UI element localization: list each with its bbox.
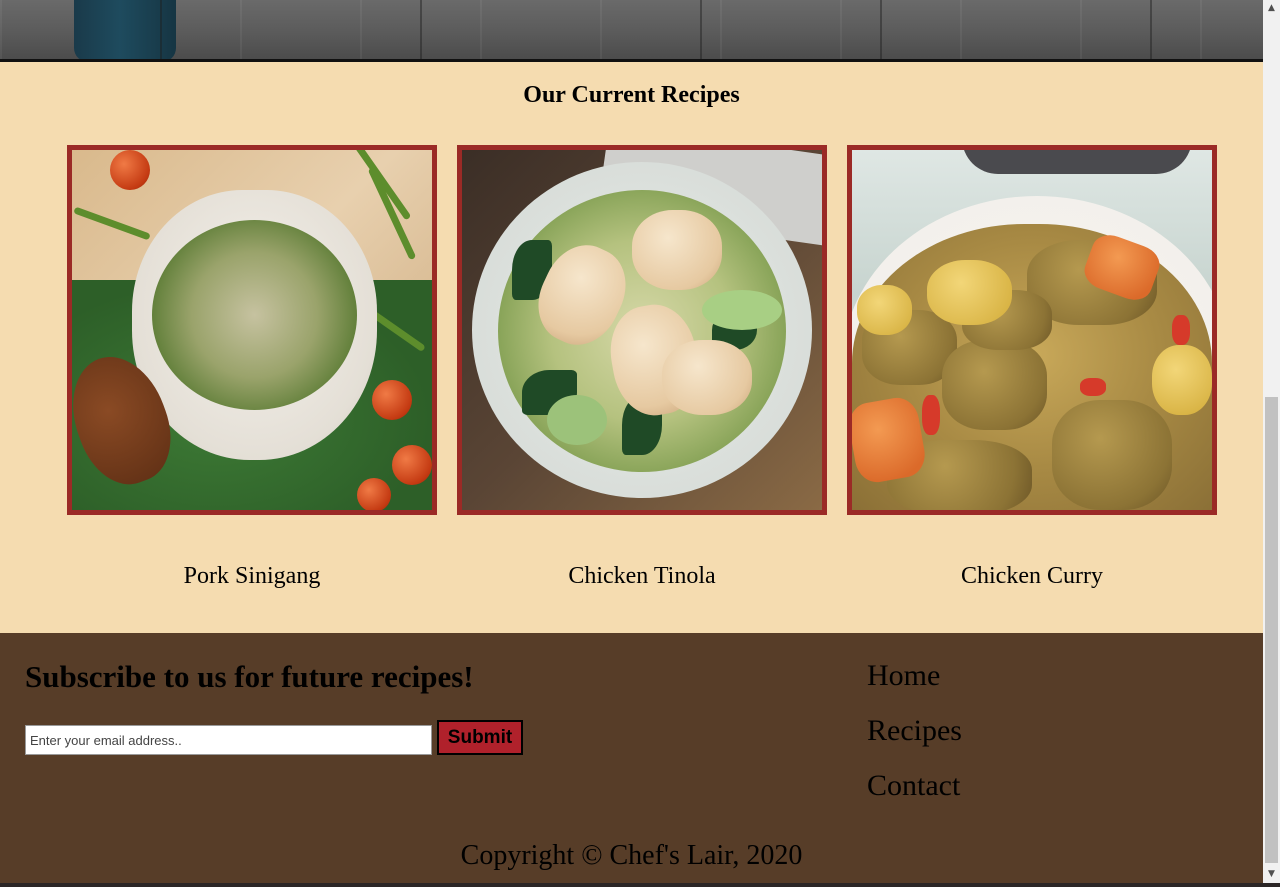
recipe-image-pork-sinigang[interactable] xyxy=(67,145,437,515)
recipe-title[interactable]: Chicken Curry xyxy=(847,563,1217,590)
wood-grain xyxy=(1150,0,1152,59)
recipes-heading: Our Current Recipes xyxy=(523,82,740,108)
recipe-card-chicken-curry[interactable]: Chicken Curry xyxy=(847,145,1217,589)
nav-link-home[interactable]: Home xyxy=(867,658,962,713)
copyright-text: Copyright © Chef's Lair, 2020 xyxy=(460,840,803,871)
nav-link-recipes[interactable]: Recipes xyxy=(867,713,962,768)
recipe-title[interactable]: Chicken Tinola xyxy=(457,563,827,590)
recipe-card-chicken-tinola[interactable]: Chicken Tinola xyxy=(457,145,827,589)
recipe-image-chicken-curry[interactable] xyxy=(847,145,1217,515)
wood-grain xyxy=(160,0,162,59)
submit-button[interactable]: Submit xyxy=(437,720,523,755)
recipe-image-chicken-tinola[interactable] xyxy=(457,145,827,515)
wood-grain xyxy=(880,0,882,59)
scroll-up-arrow-icon[interactable]: ▲ xyxy=(1263,0,1280,17)
wood-grain xyxy=(420,0,422,59)
hero-image xyxy=(0,0,1263,59)
email-input[interactable] xyxy=(25,725,432,755)
footer-nav: Home Recipes Contact xyxy=(867,658,962,823)
scrollbar-thumb[interactable] xyxy=(1265,397,1278,863)
vertical-scrollbar[interactable]: ▲ ▼ xyxy=(1263,0,1280,883)
wood-grain xyxy=(700,0,702,59)
scroll-down-arrow-icon[interactable]: ▼ xyxy=(1263,866,1280,883)
recipes-section: Our Current Recipes Pork Sinigang Chicke… xyxy=(0,62,1263,633)
recipe-card-pork-sinigang[interactable]: Pork Sinigang xyxy=(67,145,437,589)
site-footer: Subscribe to us for future recipes! Subm… xyxy=(0,633,1263,883)
recipe-title[interactable]: Pork Sinigang xyxy=(67,563,437,590)
window-bottom-edge xyxy=(0,883,1280,887)
nav-link-contact[interactable]: Contact xyxy=(867,768,962,823)
subscribe-heading: Subscribe to us for future recipes! xyxy=(25,659,474,694)
